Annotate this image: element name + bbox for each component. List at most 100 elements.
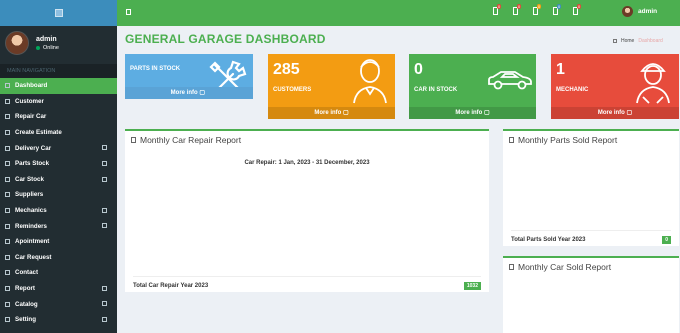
more-info-text: More info [314, 110, 342, 116]
sidebar-item-label: Dashboard [15, 82, 48, 90]
more-info-link[interactable]: More info ▢ [409, 107, 536, 119]
more-info-link[interactable]: More info ▢ [125, 87, 253, 99]
parts-in-stock-box: PARTS IN STOCK More info ▢ [125, 54, 253, 99]
chart-subtitle: Car Repair: 1 Jan, 2023 - 31 December, 2… [244, 160, 370, 166]
sidebar-menu: Dashboard Customer Repair Car Create Est… [0, 78, 117, 328]
topbar: 0 0 0 0 0 admin [117, 0, 680, 26]
mechanic-icon [636, 63, 670, 104]
sidebar-item-reminders[interactable]: Reminders [0, 218, 117, 234]
panel-title: Monthly Car Repair Report [140, 135, 242, 145]
file-icon [5, 130, 10, 136]
footer-label: Total Parts Sold Year 2023 [511, 237, 586, 243]
sidebar-item-contact[interactable]: Contact [0, 265, 117, 281]
user-icon [5, 98, 10, 104]
mechanic-icon [5, 208, 10, 214]
chevron-icon [102, 316, 107, 322]
chart-icon [5, 286, 10, 292]
panel-title: Monthly Car Sold Report [518, 262, 612, 272]
notification-icons: 0 0 0 0 0 [493, 4, 582, 15]
chevron-icon [102, 285, 107, 291]
box-value: 0 [414, 61, 423, 78]
count-badge: 0 [662, 236, 671, 244]
sidebar-item-report[interactable]: Report [0, 281, 117, 297]
sidebar-item-setting[interactable]: Setting [0, 312, 117, 328]
sidebar-item-label: Delivery Car [15, 144, 52, 152]
chevron-icon [102, 176, 107, 182]
sidebar-item-suppliers[interactable]: Suppliers [0, 187, 117, 203]
car-icon [5, 254, 10, 260]
more-info-text: More info [170, 90, 198, 96]
notification-badge: 0 [577, 4, 582, 9]
car-icon [488, 71, 532, 90]
breadcrumb: Home Dashboard [613, 38, 663, 44]
sidebar-item-repair-car[interactable]: Repair Car [0, 109, 117, 125]
book-icon [5, 301, 10, 307]
sidebar: admin Online MAIN NAVIGATION Dashboard C… [0, 0, 117, 333]
notification-icon-5[interactable]: 0 [573, 4, 582, 15]
sidebar-item-car-stock[interactable]: Car Stock [0, 172, 117, 188]
chevron-icon [102, 160, 107, 166]
user-panel: admin Online [0, 26, 117, 59]
sidebar-item-label: Car Stock [15, 175, 44, 183]
avatar [622, 6, 633, 17]
chevron-icon [102, 301, 107, 307]
panel-footer: Total Car Repair Year 2023 1032 [133, 276, 481, 290]
cog-icon [5, 161, 10, 167]
nav-header: MAIN NAVIGATION [0, 64, 117, 78]
logo[interactable] [0, 0, 117, 26]
notification-icon-3[interactable]: 0 [533, 4, 542, 15]
sidebar-item-delivery-car[interactable]: Delivery Car [0, 140, 117, 156]
home-icon [613, 39, 617, 43]
calendar-icon [5, 239, 10, 245]
notification-icon-2[interactable]: 0 [513, 4, 522, 15]
topbar-username: admin [638, 8, 658, 15]
chevron-icon [102, 223, 107, 229]
notification-icon-1[interactable]: 0 [493, 4, 502, 15]
user-menu[interactable]: admin [622, 6, 657, 17]
sidebar-item-label: Parts Stock [15, 160, 50, 168]
more-info-link[interactable]: More info ▢ [268, 107, 395, 119]
box-value: 285 [273, 61, 300, 78]
notification-badge: 0 [497, 4, 502, 9]
bar-chart-icon [509, 137, 514, 143]
car-repair-report-panel: Monthly Car Repair Report Car Repair: 1 … [125, 129, 489, 292]
sidebar-item-label: Car Request [15, 253, 52, 261]
panel-title: Monthly Parts Sold Report [518, 135, 618, 145]
sidebar-item-label: Mechanics [15, 207, 47, 215]
sidebar-item-create-estimate[interactable]: Create Estimate [0, 125, 117, 141]
notification-badge: 0 [557, 4, 562, 9]
sidebar-item-label: Contact [15, 269, 39, 277]
sidebar-item-apointment[interactable]: Apointment [0, 234, 117, 250]
panel-header: Monthly Car Repair Report [125, 131, 489, 149]
sidebar-item-customer[interactable]: Customer [0, 94, 117, 110]
more-info-text: More info [455, 110, 483, 116]
breadcrumb-current: Dashboard [638, 38, 663, 44]
sidebar-item-label: Setting [15, 316, 36, 324]
notification-icon-4[interactable]: 0 [553, 4, 562, 15]
panel-footer: Total Parts Sold Year 2023 0 [511, 230, 671, 244]
sidebar-item-mechanics[interactable]: Mechanics [0, 203, 117, 219]
envelope-icon [5, 270, 10, 276]
menu-toggle-icon[interactable] [126, 9, 131, 15]
car-sold-report-panel: Monthly Car Sold Report [503, 256, 679, 333]
notification-badge: 0 [517, 4, 522, 9]
sidebar-item-parts-stock[interactable]: Parts Stock [0, 156, 117, 172]
box-label: MECHANIC [556, 87, 589, 93]
broken-image-icon [54, 9, 63, 17]
breadcrumb-home[interactable]: Home [621, 38, 634, 44]
dashboard-icon [5, 83, 10, 89]
sidebar-item-label: Catalog [15, 300, 38, 308]
chevron-icon [102, 207, 107, 213]
sidebar-item-dashboard[interactable]: Dashboard [0, 78, 117, 94]
sidebar-item-car-request[interactable]: Car Request [0, 250, 117, 266]
sidebar-item-label: Apointment [15, 238, 50, 246]
customers-box: 285 CUSTOMERS More info ▢ [268, 54, 395, 119]
footer-label: Total Car Repair Year 2023 [133, 283, 209, 289]
status-text: Online [43, 44, 59, 51]
sidebar-item-catalog[interactable]: Catalog [0, 296, 117, 312]
more-info-link[interactable]: More info ▢ [551, 107, 679, 119]
chevron-icon [102, 145, 107, 151]
user-name: admin [36, 35, 57, 43]
users-icon [5, 192, 10, 198]
page-title: GENERAL GARAGE DASHBOARD [125, 32, 326, 46]
